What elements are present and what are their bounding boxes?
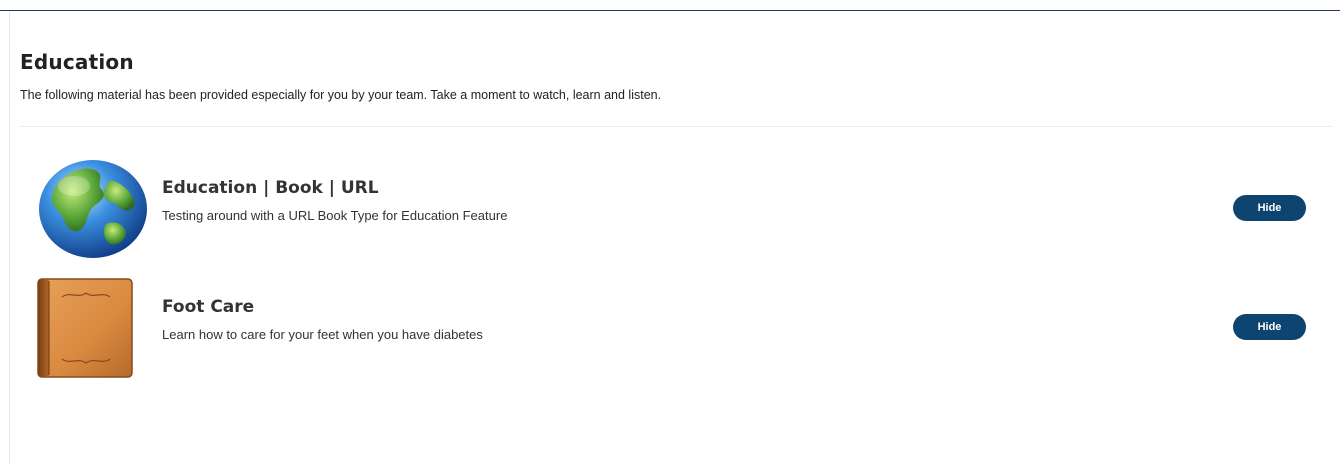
left-border [9, 12, 10, 464]
section-subtitle: The following material has been provided… [20, 88, 662, 102]
globe-icon [36, 158, 150, 260]
item-title[interactable]: Education | Book | URL [162, 178, 379, 198]
item-title[interactable]: Foot Care [162, 297, 254, 317]
item-description: Testing around with a URL Book Type for … [162, 208, 508, 223]
item-description: Learn how to care for your feet when you… [162, 327, 483, 342]
book-icon [36, 277, 150, 379]
section-header: Education The following material has bee… [20, 50, 1330, 102]
top-border [0, 0, 1340, 11]
hide-button[interactable]: Hide [1233, 195, 1306, 221]
education-item[interactable]: Foot Care Learn how to care for your fee… [36, 277, 1316, 379]
hide-button[interactable]: Hide [1233, 314, 1306, 340]
section-divider [20, 126, 1332, 127]
education-item[interactable]: Education | Book | URL Testing around wi… [36, 158, 1316, 260]
section-title: Education [20, 50, 134, 74]
